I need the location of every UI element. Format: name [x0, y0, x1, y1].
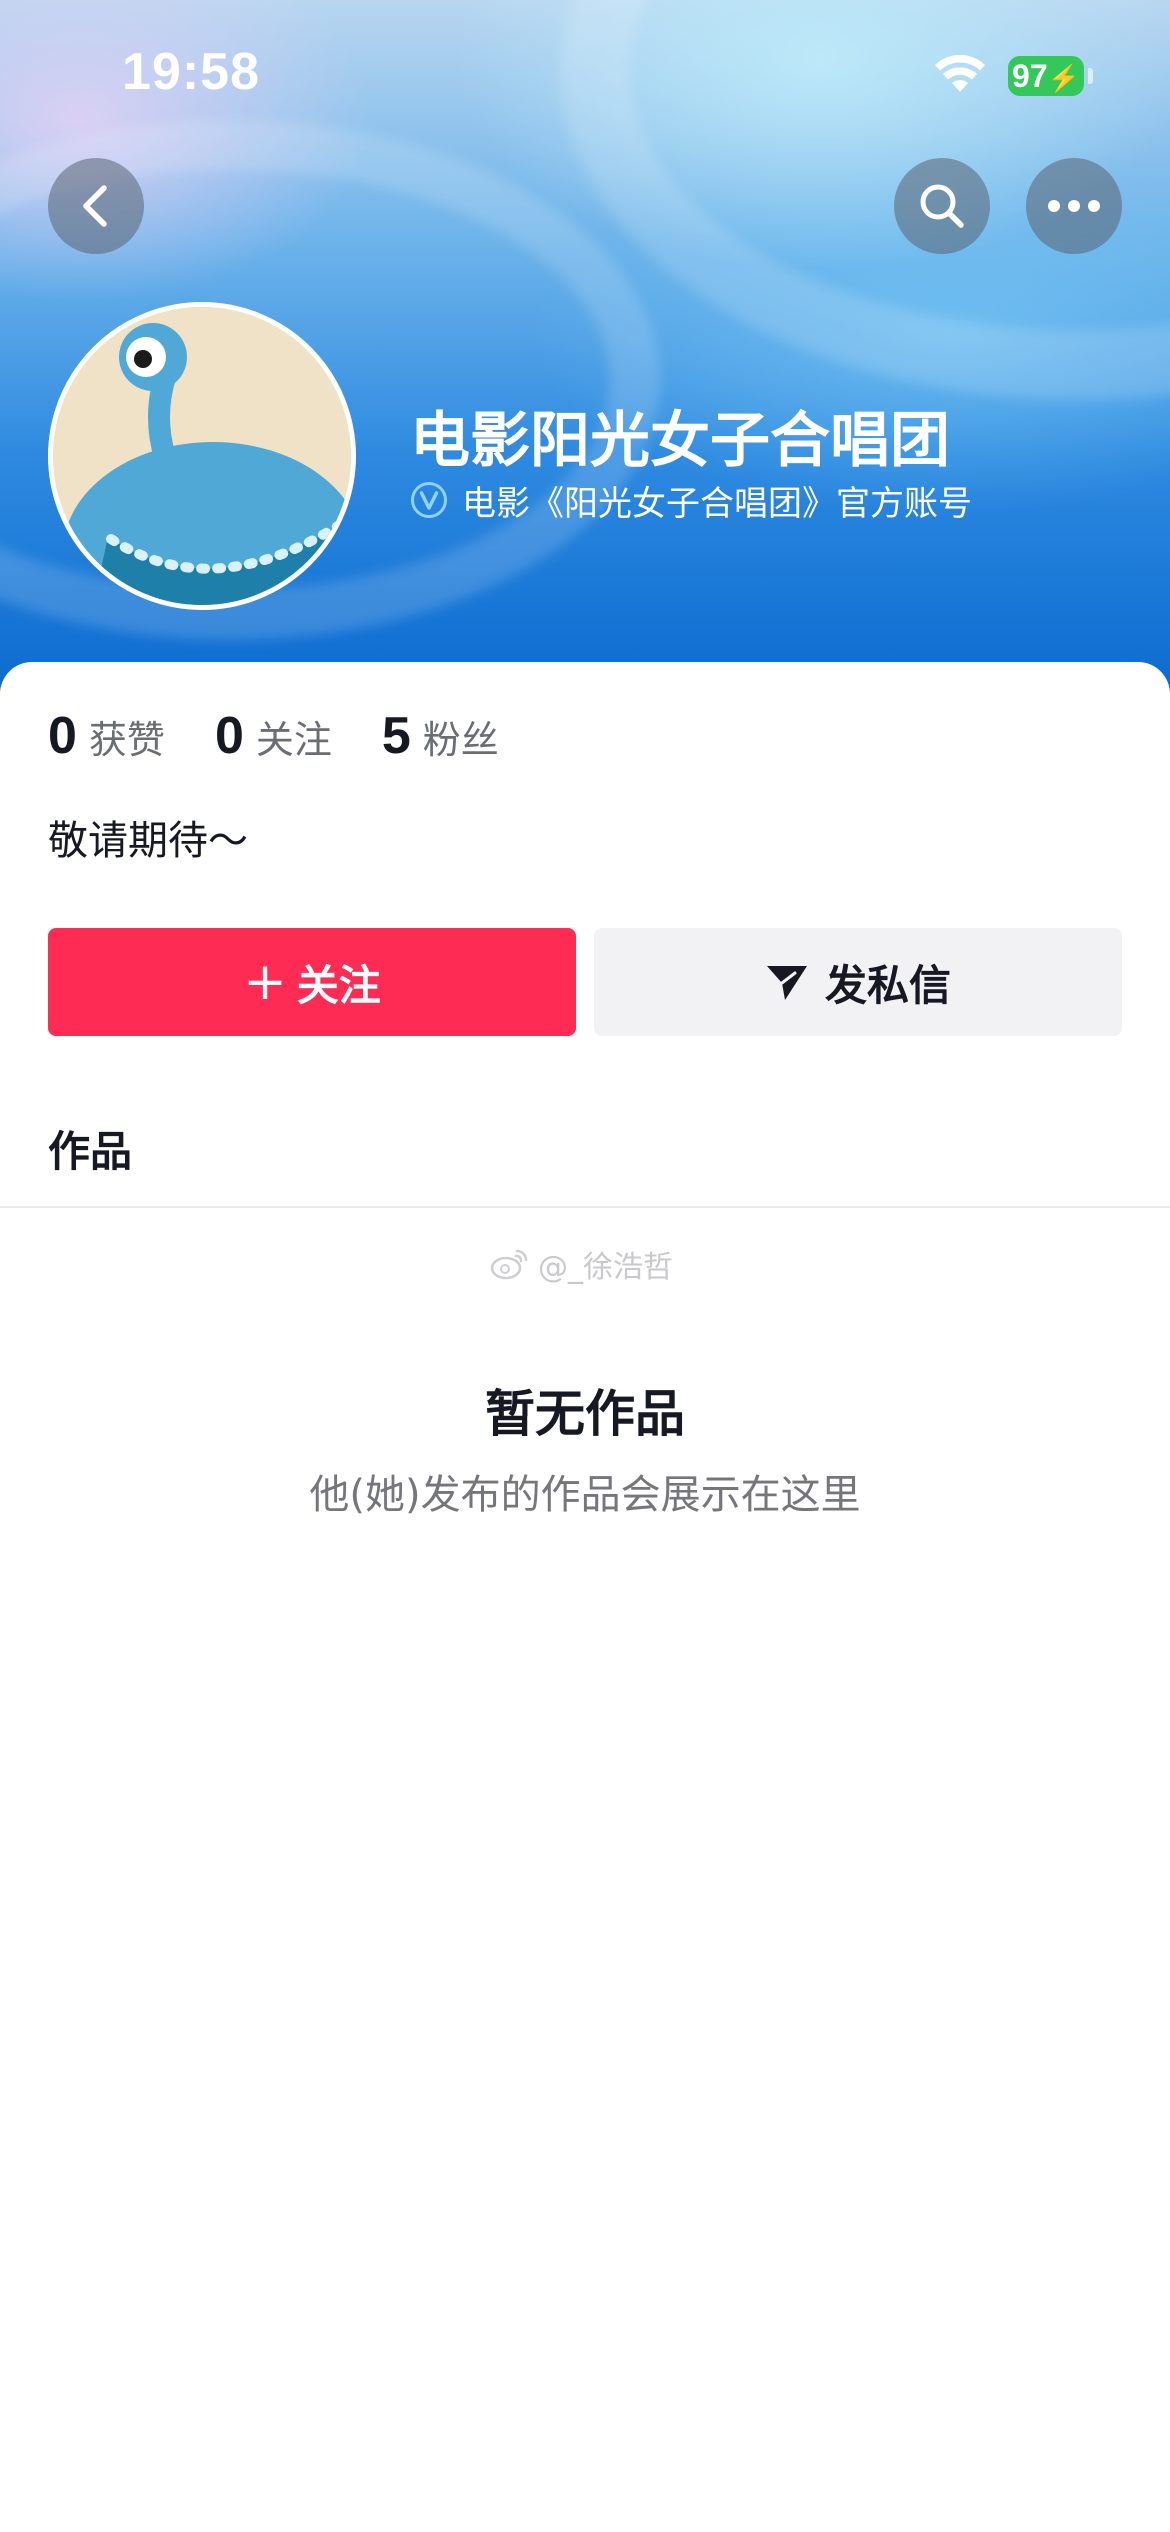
search-icon	[920, 184, 964, 228]
avatar[interactable]	[48, 302, 356, 610]
more-button[interactable]	[1026, 158, 1122, 254]
profile-bio: 敬请期待～	[48, 818, 248, 864]
empty-state-subtitle: 他(她)发布的作品会展示在这里	[309, 1472, 861, 1518]
stat-likes[interactable]: 0 获赞	[48, 706, 165, 766]
stat-followers[interactable]: 5 粉丝	[382, 706, 499, 766]
tab-works[interactable]: 作品	[48, 1118, 132, 1179]
send-message-button[interactable]: 发私信	[594, 928, 1122, 1036]
follow-button-label: 关注	[296, 960, 381, 1010]
chevron-left-icon	[83, 185, 107, 227]
verification-row: 电影《阳光女子合唱团》官方账号	[410, 478, 972, 524]
stat-following-label: 关注	[255, 718, 332, 762]
empty-state-title: 暂无作品	[485, 1385, 685, 1443]
more-dots-icon	[1048, 200, 1100, 212]
weibo-watermark: @_徐浩哲	[490, 1242, 673, 1286]
plus-icon: +	[243, 952, 287, 1012]
paper-plane-icon	[766, 966, 807, 1000]
send-message-label: 发私信	[824, 960, 951, 1010]
stat-following[interactable]: 0 关注	[215, 706, 332, 766]
tab-divider	[0, 1206, 1170, 1208]
status-time: 19:58	[122, 43, 260, 101]
battery-level: 97	[1012, 58, 1048, 94]
profile-name: 电影阳光女子合唱团	[410, 406, 950, 476]
battery-nub	[1088, 68, 1093, 84]
stat-followers-count: 5	[381, 707, 411, 765]
stat-followers-label: 粉丝	[422, 718, 499, 762]
battery-indicator: 97⚡	[1008, 56, 1084, 96]
charging-icon: ⚡	[1047, 63, 1080, 93]
status-bar: 19:58 97⚡	[0, 0, 1170, 150]
verified-badge-icon	[411, 482, 447, 518]
follow-button[interactable]: + 关注	[48, 928, 576, 1036]
profile-stats: 0 获赞 0 关注 5 粉丝	[48, 706, 549, 770]
watermark-text: @_徐浩哲	[538, 1250, 673, 1285]
weibo-logo-icon	[490, 1249, 528, 1280]
search-button[interactable]	[894, 158, 990, 254]
wifi-icon	[935, 54, 985, 92]
back-button[interactable]	[48, 158, 144, 254]
avatar-monster-illustration	[53, 307, 351, 605]
stat-following-count: 0	[214, 707, 244, 765]
stat-likes-count: 0	[48, 707, 77, 765]
stat-likes-label: 获赞	[88, 718, 165, 762]
verification-text: 电影《阳光女子合唱团》官方账号	[462, 483, 972, 524]
